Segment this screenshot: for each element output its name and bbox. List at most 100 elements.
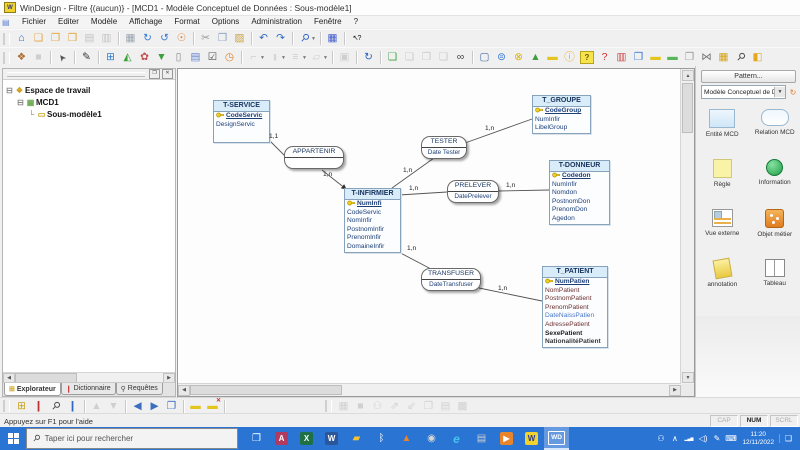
- taskbar-media-player-icon[interactable]: ▶: [494, 427, 519, 450]
- show-rules-icon[interactable]: ▬: [187, 399, 204, 414]
- taskbar-word-icon[interactable]: W: [319, 427, 344, 450]
- home-icon[interactable]: ⌂: [13, 31, 30, 46]
- scroll-down-arrow[interactable]: ▼: [682, 372, 694, 383]
- taskbar-windesign-icon[interactable]: WD: [544, 427, 569, 450]
- entity-t-groupe[interactable]: T_GROUPECodeGroupNumInfirLibelGroup: [532, 95, 591, 134]
- select-zone-tool-icon[interactable]: ◧: [749, 50, 766, 65]
- nav-next-icon[interactable]: ▶: [146, 399, 163, 414]
- notification-center-icon[interactable]: ❑: [779, 434, 797, 443]
- menu-?[interactable]: ?: [348, 16, 364, 28]
- tray-touch-keyboard-icon[interactable]: ⌨: [724, 434, 737, 443]
- documentation-toggle-icon[interactable]: ❙: [64, 399, 81, 414]
- history-clock-icon[interactable]: ◷: [221, 50, 238, 65]
- edit-pencil-icon[interactable]: ✎: [78, 50, 95, 65]
- entity-t-infirmier[interactable]: T-INFIRMIERNumInfiCodeServicNomInfirPost…: [344, 188, 401, 253]
- tree-expand-icon[interactable]: ⊟: [16, 98, 25, 107]
- open-models-icon[interactable]: ❐: [47, 31, 64, 46]
- relation-tester[interactable]: TESTERDate Tester: [421, 136, 467, 159]
- tree-item-mcd1[interactable]: ⊟▦MCD1: [5, 96, 173, 108]
- new-model-icon[interactable]: ❏: [30, 31, 47, 46]
- shapes-icon[interactable]: ◭: [119, 50, 136, 65]
- menu-options[interactable]: Options: [206, 16, 246, 28]
- hide-rules-icon[interactable]: ▬✕: [204, 399, 221, 414]
- entity-t-patient[interactable]: T_PATIENTNumPatienNomPatientPostnomPatie…: [542, 266, 608, 348]
- level-down-icon[interactable]: ▼: [153, 50, 170, 65]
- nav-prev-icon[interactable]: ◀: [129, 399, 146, 414]
- cascade-tool-icon[interactable]: ❐: [630, 50, 647, 65]
- redo-icon[interactable]: ↷: [272, 31, 289, 46]
- tab-requtes[interactable]: ⚲Requêtes: [116, 383, 163, 395]
- palette-item-vue-externe[interactable]: Vue externe: [696, 205, 749, 255]
- tab-dictionnaire[interactable]: ❙Dictionnaire: [61, 383, 116, 395]
- duplicate-tool-icon[interactable]: ❐: [681, 50, 698, 65]
- tray-volume-icon[interactable]: ◁): [696, 434, 709, 443]
- taskbar-file-explorer-icon[interactable]: ▰: [344, 427, 369, 450]
- palette-item-information[interactable]: Information: [749, 155, 800, 205]
- tray-network-signal-icon[interactable]: ▂▄▆: [682, 436, 695, 441]
- tree-expand-icon[interactable]: ⊟: [5, 86, 14, 95]
- menu-affichage[interactable]: Affichage: [123, 16, 168, 28]
- pattern-button[interactable]: Pattern...: [701, 70, 796, 83]
- tree-item-espace-de-travail[interactable]: ⊟❖Espace de travail: [5, 84, 173, 96]
- taskbar-printer-app-icon[interactable]: ▤: [469, 427, 494, 450]
- help-box-icon[interactable]: ?: [580, 51, 594, 64]
- scroll-right-arrow[interactable]: ▶: [669, 385, 681, 396]
- palette-item-objet-m-tier[interactable]: Objet métier: [749, 205, 800, 255]
- check-in-icon[interactable]: ↺: [156, 31, 173, 46]
- grid-icon[interactable]: ▦: [324, 31, 341, 46]
- relation-transfuser[interactable]: TRANSFUSERDateTransfuser: [421, 268, 481, 291]
- nav-window-icon[interactable]: ❐: [163, 399, 180, 414]
- check-out-icon[interactable]: ↻: [139, 31, 156, 46]
- taskbar-vlc-icon[interactable]: ▲: [394, 427, 419, 450]
- taskbar-camera-app-icon[interactable]: ◉: [419, 427, 444, 450]
- model-properties-icon[interactable]: ❖: [13, 50, 30, 65]
- relation-tool-icon[interactable]: ⊗: [510, 50, 527, 65]
- taskbar-edge-icon[interactable]: e: [444, 427, 469, 450]
- publish-web-icon[interactable]: ☉: [173, 31, 190, 46]
- canvas-vscrollbar[interactable]: ▲ ▼: [680, 69, 694, 384]
- paste-icon[interactable]: ▨: [231, 31, 248, 46]
- toolbar-grip[interactable]: [325, 400, 332, 412]
- toolbar-grip[interactable]: [3, 400, 10, 412]
- taskbar-access-icon[interactable]: A: [269, 427, 294, 450]
- information-tool-icon[interactable]: ⓘ: [561, 50, 578, 65]
- tray-people-icon[interactable]: ⚇: [654, 434, 667, 443]
- scroll-thumb[interactable]: [682, 83, 693, 133]
- menu-administration[interactable]: Administration: [245, 16, 308, 28]
- menu-fentre[interactable]: Fenêtre: [308, 16, 348, 28]
- entity-t-donneur[interactable]: T-DONNEURCodedonNumInfirNomdonPostnomDon…: [549, 160, 610, 225]
- rule-tool-icon[interactable]: ▬: [544, 50, 561, 65]
- toolbar-grip[interactable]: [3, 33, 10, 45]
- start-button[interactable]: [0, 427, 26, 450]
- panel-close-button[interactable]: ✕: [162, 69, 173, 79]
- new-window-icon[interactable]: ▢: [476, 50, 493, 65]
- link-objects-tool-icon[interactable]: ⋈: [698, 50, 715, 65]
- binoculars-icon[interactable]: ∞: [452, 50, 469, 65]
- toolbar-grip[interactable]: [3, 52, 10, 64]
- explorer-toggle-icon[interactable]: ⊞: [13, 399, 30, 414]
- tree-expand-icon[interactable]: └: [27, 110, 36, 119]
- relation-appartenir[interactable]: APPARTENIR: [284, 146, 344, 169]
- diagram-canvas[interactable]: T-SERVICECodeServicDesignServicT_GROUPEC…: [178, 69, 681, 384]
- cut-icon[interactable]: ✂: [197, 31, 214, 46]
- open-folder-icon[interactable]: ❒: [64, 31, 81, 46]
- pill-yellow-tool-icon[interactable]: ▬: [647, 50, 664, 65]
- help-pointer-icon[interactable]: ↖?: [348, 31, 365, 46]
- tab-explorateur[interactable]: ⊞Explorateur: [4, 383, 61, 396]
- hierarchy-icon[interactable]: ⊞: [102, 50, 119, 65]
- palette-item-annotation[interactable]: annotation: [696, 255, 749, 305]
- print-icon[interactable]: ▦: [122, 31, 139, 46]
- taskbar-search[interactable]: ⚲ Taper ici pour rechercher: [26, 428, 238, 449]
- note-blank-icon[interactable]: ▯: [170, 50, 187, 65]
- inheritance-tool-icon[interactable]: ▲: [527, 50, 544, 65]
- tray-hidden-icons-chevron-icon[interactable]: ∧: [668, 434, 681, 443]
- check-model-icon[interactable]: ☑: [204, 50, 221, 65]
- taskbar-task-view-icon[interactable]: ❐: [244, 427, 269, 450]
- colors-palette-icon[interactable]: ✿: [136, 50, 153, 65]
- menu-fichier[interactable]: Fichier: [16, 16, 52, 28]
- palette-item-tableau[interactable]: Tableau: [749, 255, 800, 305]
- palette-item-relation-mcd[interactable]: Relation MCD: [749, 105, 800, 155]
- undo-icon[interactable]: ↶: [255, 31, 272, 46]
- form-list-icon[interactable]: ▤: [187, 50, 204, 65]
- canvas-hscrollbar[interactable]: ◀ ▶: [178, 383, 681, 396]
